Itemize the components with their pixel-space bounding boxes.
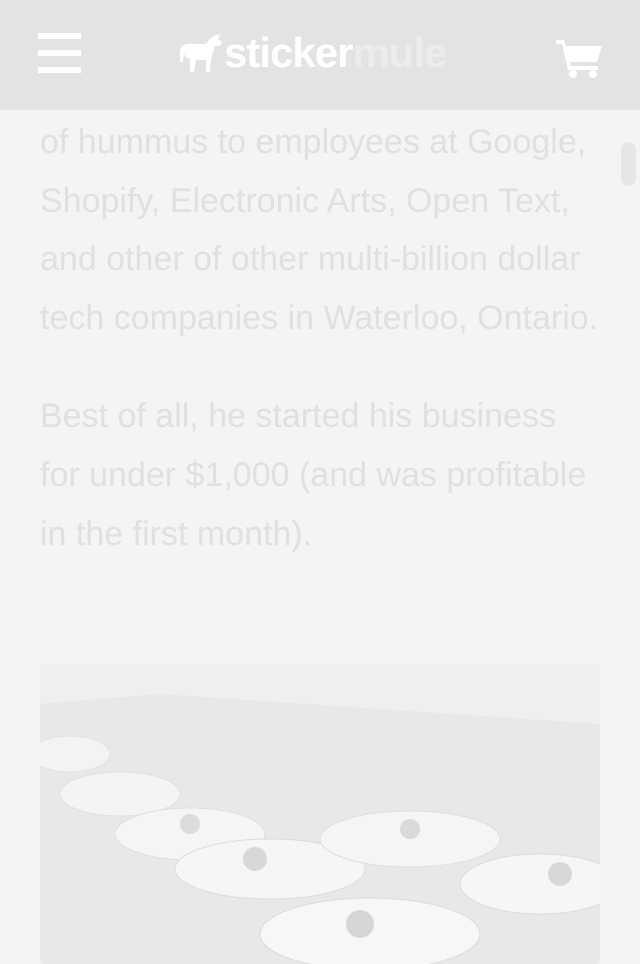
article-body: of hummus to employees at Google, Shopif… (40, 113, 605, 563)
hamburger-menu-icon[interactable] (38, 33, 81, 73)
article-photo-hummus-cups (40, 664, 600, 964)
site-header: sticker mule (0, 0, 640, 110)
scrollbar-thumb[interactable] (621, 142, 636, 186)
logo-text-mule: mule (352, 29, 447, 76)
shopping-cart-icon[interactable] (556, 36, 604, 78)
stickermule-logo[interactable]: sticker mule (178, 28, 447, 78)
article-paragraph: of hummus to employees at Google, Shopif… (40, 123, 599, 337)
mule-logo-icon (180, 34, 222, 72)
logo-text-sticker: sticker (224, 29, 353, 76)
article-paragraph: Best of all, he started his business for… (40, 397, 587, 553)
